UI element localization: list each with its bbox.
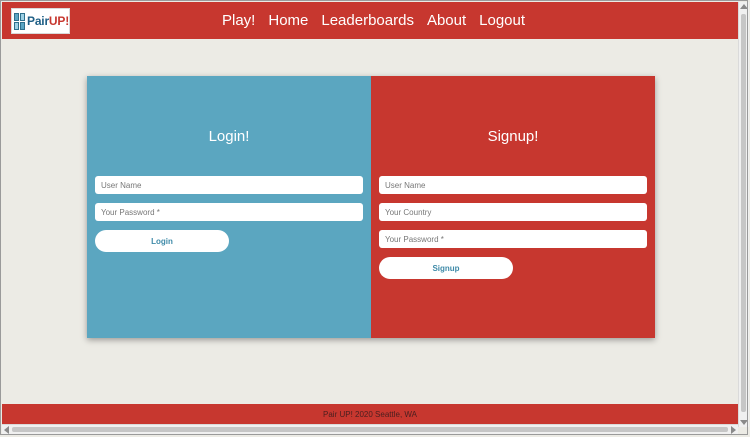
scroll-right-icon[interactable] (731, 426, 736, 434)
nav-links: Play! Home Leaderboards About Logout (222, 2, 525, 39)
brand-name: PairUP! (27, 14, 69, 28)
vertical-scroll-thumb[interactable] (741, 14, 746, 412)
signup-username-input[interactable]: User Name (379, 176, 647, 194)
brand-name-accent: UP! (48, 14, 69, 28)
horizontal-scrollbar[interactable] (2, 424, 738, 435)
horizontal-scroll-thumb[interactable] (12, 427, 728, 432)
login-username-input[interactable]: User Name (95, 176, 363, 194)
login-button[interactable]: Login (95, 230, 229, 252)
signup-panel: Signup! User Name Your Country Your Pass… (371, 76, 655, 338)
nav-link-home[interactable]: Home (268, 12, 308, 29)
nav-link-leaderboards[interactable]: Leaderboards (321, 12, 414, 29)
brand-name-primary: Pair (27, 14, 49, 28)
top-navbar: PairUP! Play! Home Leaderboards About Lo… (2, 2, 738, 39)
signup-password-input[interactable]: Your Password * (379, 230, 647, 248)
signup-title: Signup! (487, 128, 539, 145)
brand-logo[interactable]: PairUP! (11, 8, 70, 34)
signup-button[interactable]: Signup (379, 257, 513, 279)
nav-link-logout[interactable]: Logout (479, 12, 525, 29)
footer: Pair UP! 2020 Seattle, WA (2, 404, 738, 424)
auth-card: Login! User Name Your Password * Login S… (87, 76, 655, 338)
scroll-up-icon[interactable] (740, 4, 748, 9)
signup-country-input[interactable]: Your Country (379, 203, 647, 221)
vertical-scrollbar[interactable] (738, 2, 749, 427)
nav-link-about[interactable]: About (427, 12, 466, 29)
nav-link-play[interactable]: Play! (222, 12, 255, 29)
login-panel: Login! User Name Your Password * Login (87, 76, 371, 338)
grid-icon (14, 12, 26, 30)
scroll-left-icon[interactable] (4, 426, 9, 434)
scroll-down-icon[interactable] (740, 420, 748, 425)
footer-text: Pair UP! 2020 Seattle, WA (323, 409, 417, 419)
login-password-input[interactable]: Your Password * (95, 203, 363, 221)
login-title: Login! (208, 128, 250, 145)
